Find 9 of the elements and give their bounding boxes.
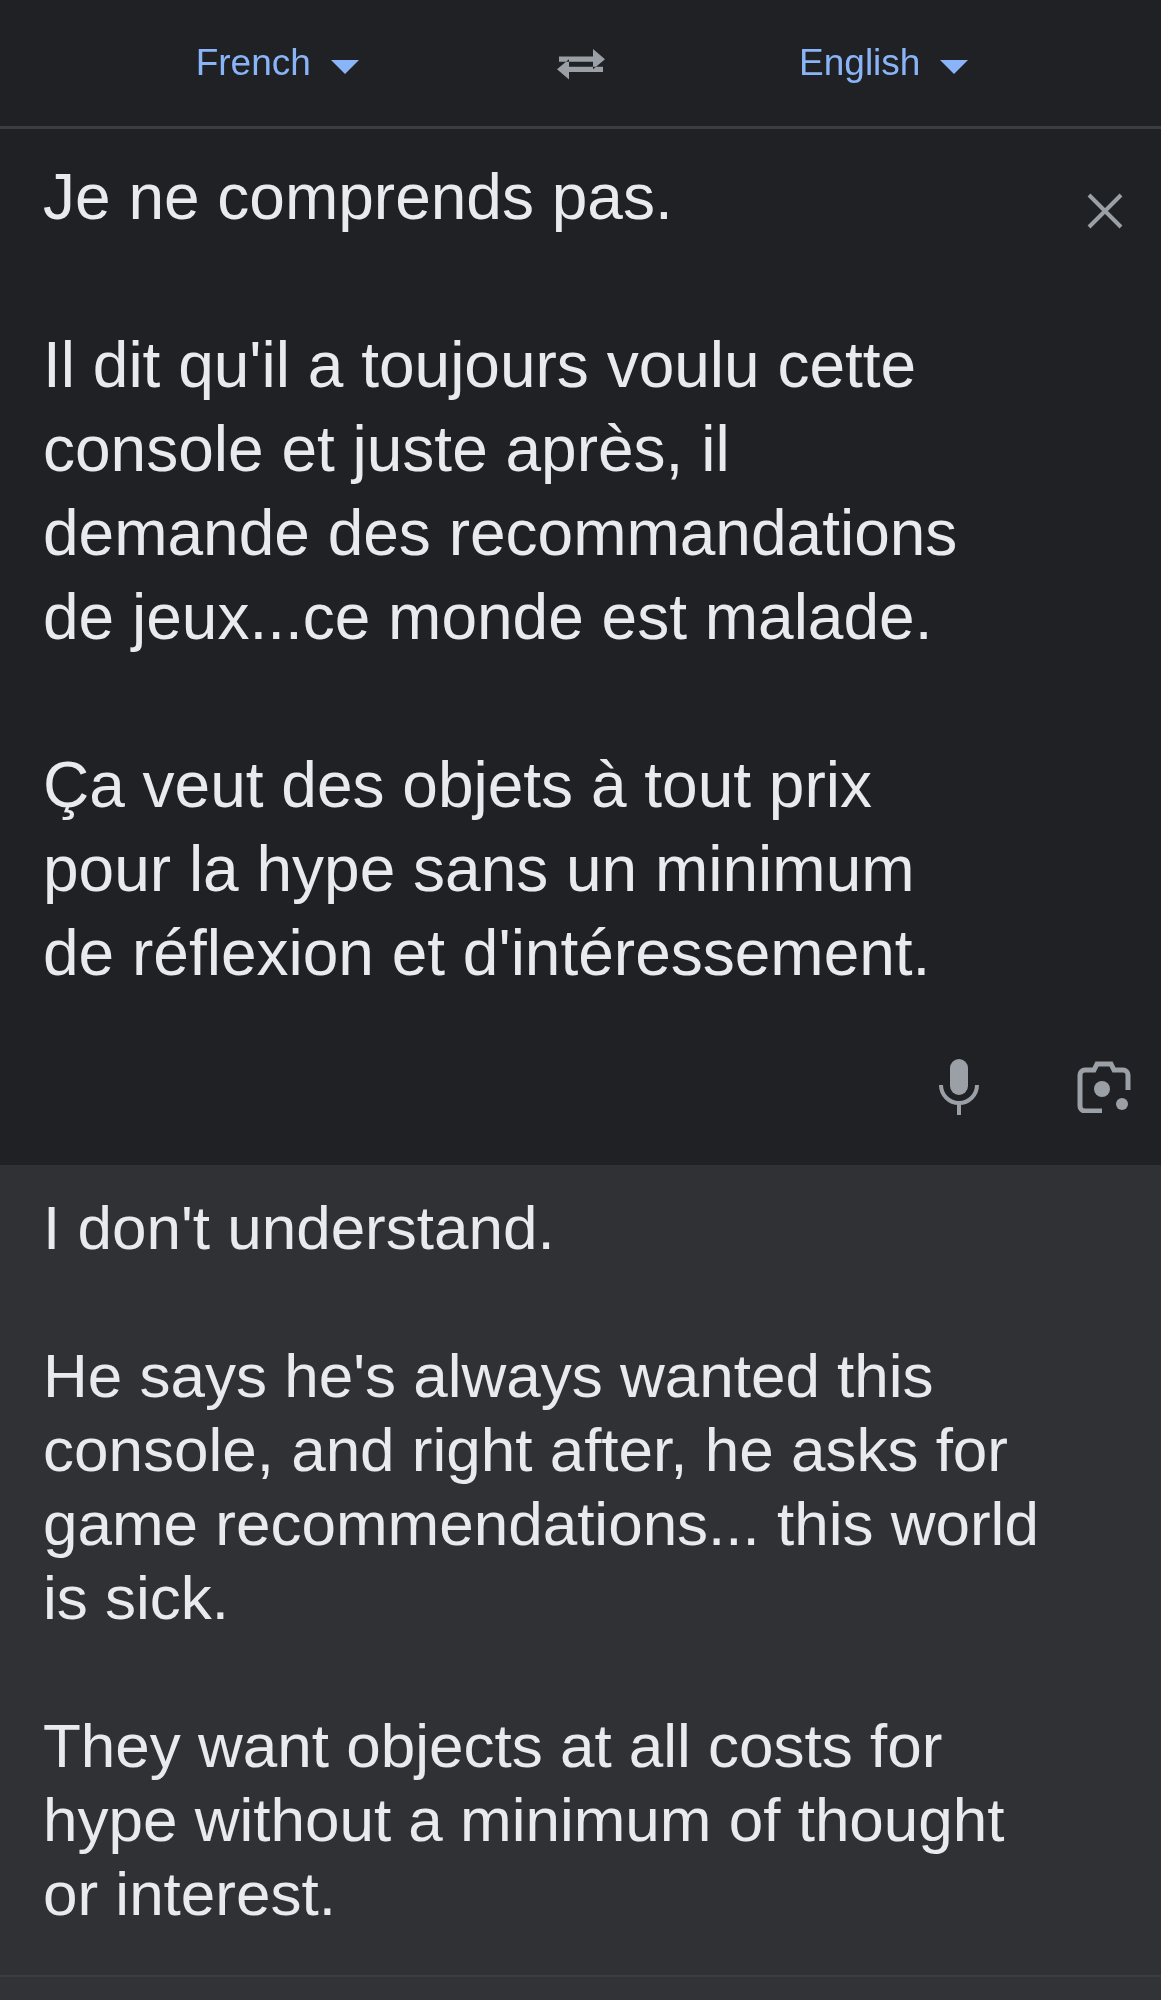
target-language-button[interactable]: English [795,38,973,88]
caret-icon [330,60,359,74]
caret-icon [940,60,969,74]
close-icon[interactable] [1085,191,1125,231]
source-language-button[interactable]: French [191,38,363,88]
source-text[interactable]: Je ne comprends pas. Il dit qu'il a toujours voulu cette console et juste après, il demande des recommandations de jeux...ce monde est malade. Ça veut des objets à tout prix pour la hype sans un minimum de réflexion et d'intéressement. [43,155,958,995]
translation-text: I don't understand. He says he's always wanted this console, and right after, he asks for game recommendations... this world is sick. They want objects at all costs for hype without a minimum of thought or interest. [43,1192,1040,1930]
microphone-icon[interactable] [937,1059,981,1115]
camera-icon[interactable] [1077,1061,1131,1113]
